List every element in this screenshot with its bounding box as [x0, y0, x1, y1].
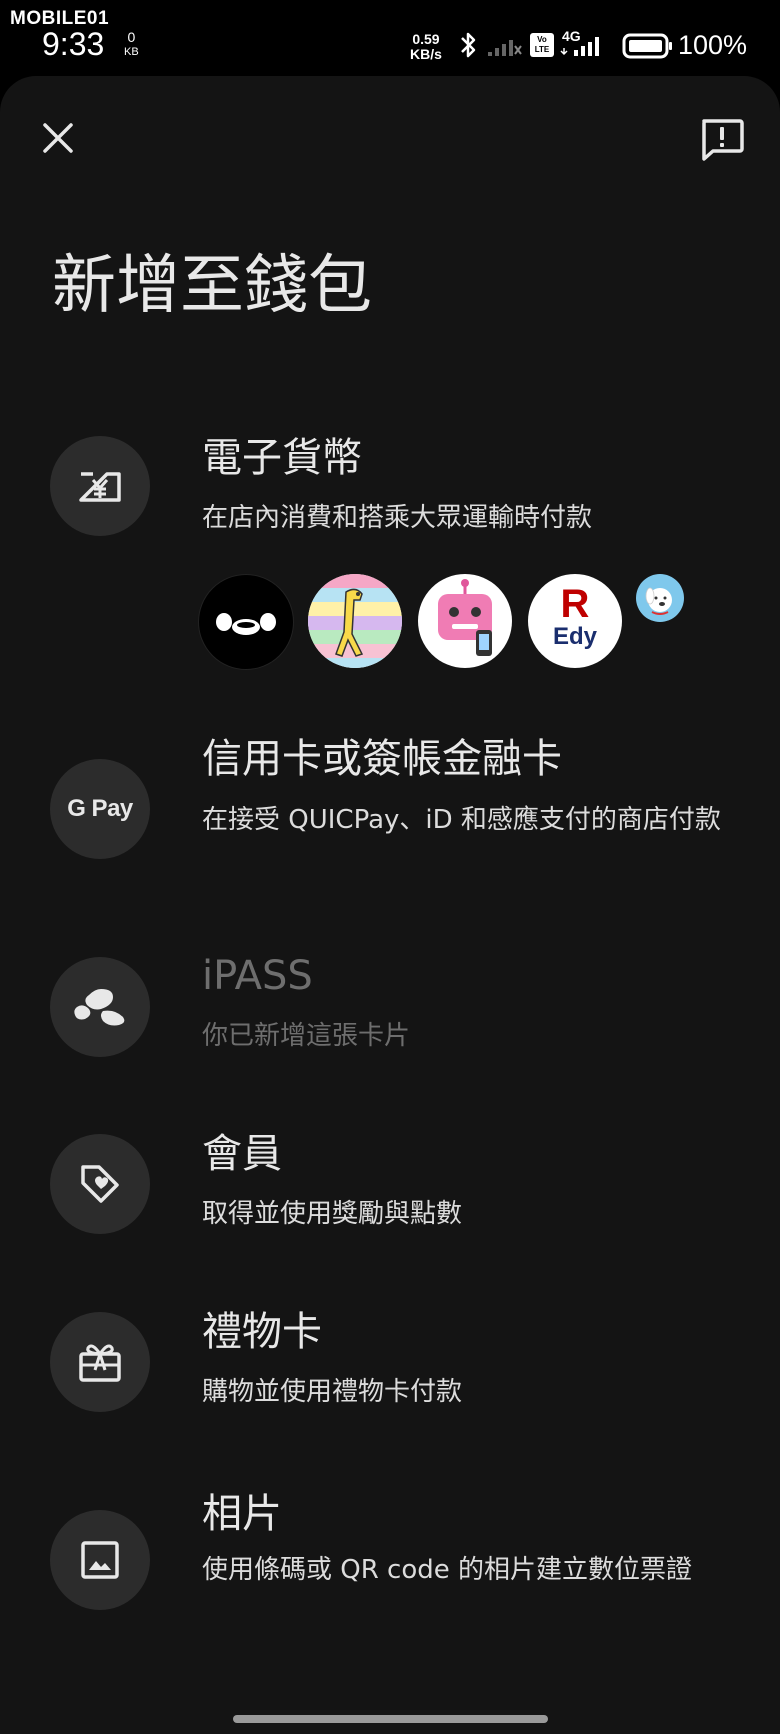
- status-time: 9:33: [42, 26, 105, 62]
- waon-robot-logo: [418, 574, 512, 668]
- option-giftcard-subtitle: 購物並使用禮物卡付款: [202, 1377, 463, 1407]
- option-loyalty-title: 會員: [202, 1131, 282, 1177]
- signal-4g-icon: [560, 37, 599, 56]
- option-loyalty-icon-circle: [50, 1134, 150, 1234]
- image-icon: [81, 1541, 119, 1579]
- data-counter-value: 0: [127, 29, 136, 45]
- rakuten-edy-logo-edy: Edy: [552, 623, 597, 650]
- option-credit-card[interactable]: G Pay 信用卡或簽帳金融卡 在接受 QUICPay、iD 和感應支付的商店付…: [0, 730, 780, 890]
- bluetooth-icon: [461, 32, 476, 58]
- yen-ticket-icon: [79, 472, 121, 502]
- data-counter-unit: KB: [124, 46, 139, 58]
- option-ipass-subtitle: 你已新增這張卡片: [202, 1021, 411, 1051]
- battery-icon: [622, 33, 672, 59]
- rakuten-edy-logo: R Edy: [528, 574, 622, 668]
- option-ipass: iPASS 你已新增這張卡片: [0, 950, 780, 1070]
- volte-label: Vo LTE: [534, 35, 550, 54]
- option-credit-icon-circle: G Pay: [50, 759, 150, 859]
- page-title: 新增至錢包: [52, 249, 372, 323]
- option-photo[interactable]: 相片 使用條碼或 QR code 的相片建立數位票證: [0, 1484, 780, 1644]
- option-credit-subtitle: 在接受 QUICPay、iD 和感應支付的商店付款: [202, 805, 721, 835]
- option-emoney-title: 電子貨幣: [202, 435, 362, 481]
- feedback-icon: [702, 119, 744, 161]
- option-ipass-title: iPASS: [202, 953, 313, 999]
- option-photo-subtitle: 使用條碼或 QR code 的相片建立數位票證: [202, 1555, 693, 1585]
- rakuten-edy-logo-r: R: [560, 582, 590, 626]
- option-giftcard-icon-circle: [50, 1312, 150, 1412]
- option-photo-icon-circle: [50, 1510, 150, 1610]
- nanaco-logo: [308, 574, 402, 668]
- network-speed-value: 0.59: [412, 31, 440, 47]
- close-button[interactable]: [34, 114, 82, 162]
- network-speed: 0.59 KB/s: [410, 32, 442, 62]
- gpay-icon: G Pay: [67, 795, 133, 822]
- heart-tag-icon: [81, 1165, 119, 1203]
- network-speed-unit: KB/s: [410, 46, 442, 62]
- option-emoney-icon-circle: [50, 436, 150, 536]
- battery-percent: 100%: [678, 30, 748, 60]
- option-photo-title: 相片: [202, 1491, 282, 1537]
- option-loyalty-subtitle: 取得並使用獎勵與點數: [202, 1199, 463, 1229]
- option-credit-title: 信用卡或簽帳金融卡: [202, 736, 562, 782]
- feedback-button[interactable]: [692, 112, 752, 168]
- close-icon: [43, 123, 73, 153]
- suica-logo: [198, 574, 294, 670]
- option-loyalty[interactable]: 會員 取得並使用獎勵與點數: [0, 1128, 780, 1248]
- ipass-icon: [74, 989, 125, 1026]
- option-ipass-icon-circle: [50, 957, 150, 1057]
- option-emoney-subtitle: 在店內消費和搭乘大眾運輸時付款: [202, 503, 593, 533]
- option-giftcard-title: 禮物卡: [202, 1309, 322, 1355]
- status-bar: MOBILE01 9:33 0 KB 0.59 KB/s Vo LTE 4G 1…: [0, 0, 780, 76]
- data-counter: 0 KB: [124, 30, 139, 60]
- home-indicator[interactable]: [233, 1715, 548, 1723]
- signal-icon: [488, 40, 522, 56]
- option-gift-card[interactable]: 禮物卡 購物並使用禮物卡付款: [0, 1306, 780, 1426]
- waon-dog-logo: [636, 574, 684, 622]
- volte-icon: Vo LTE: [530, 33, 554, 57]
- gift-card-icon: [79, 1344, 121, 1382]
